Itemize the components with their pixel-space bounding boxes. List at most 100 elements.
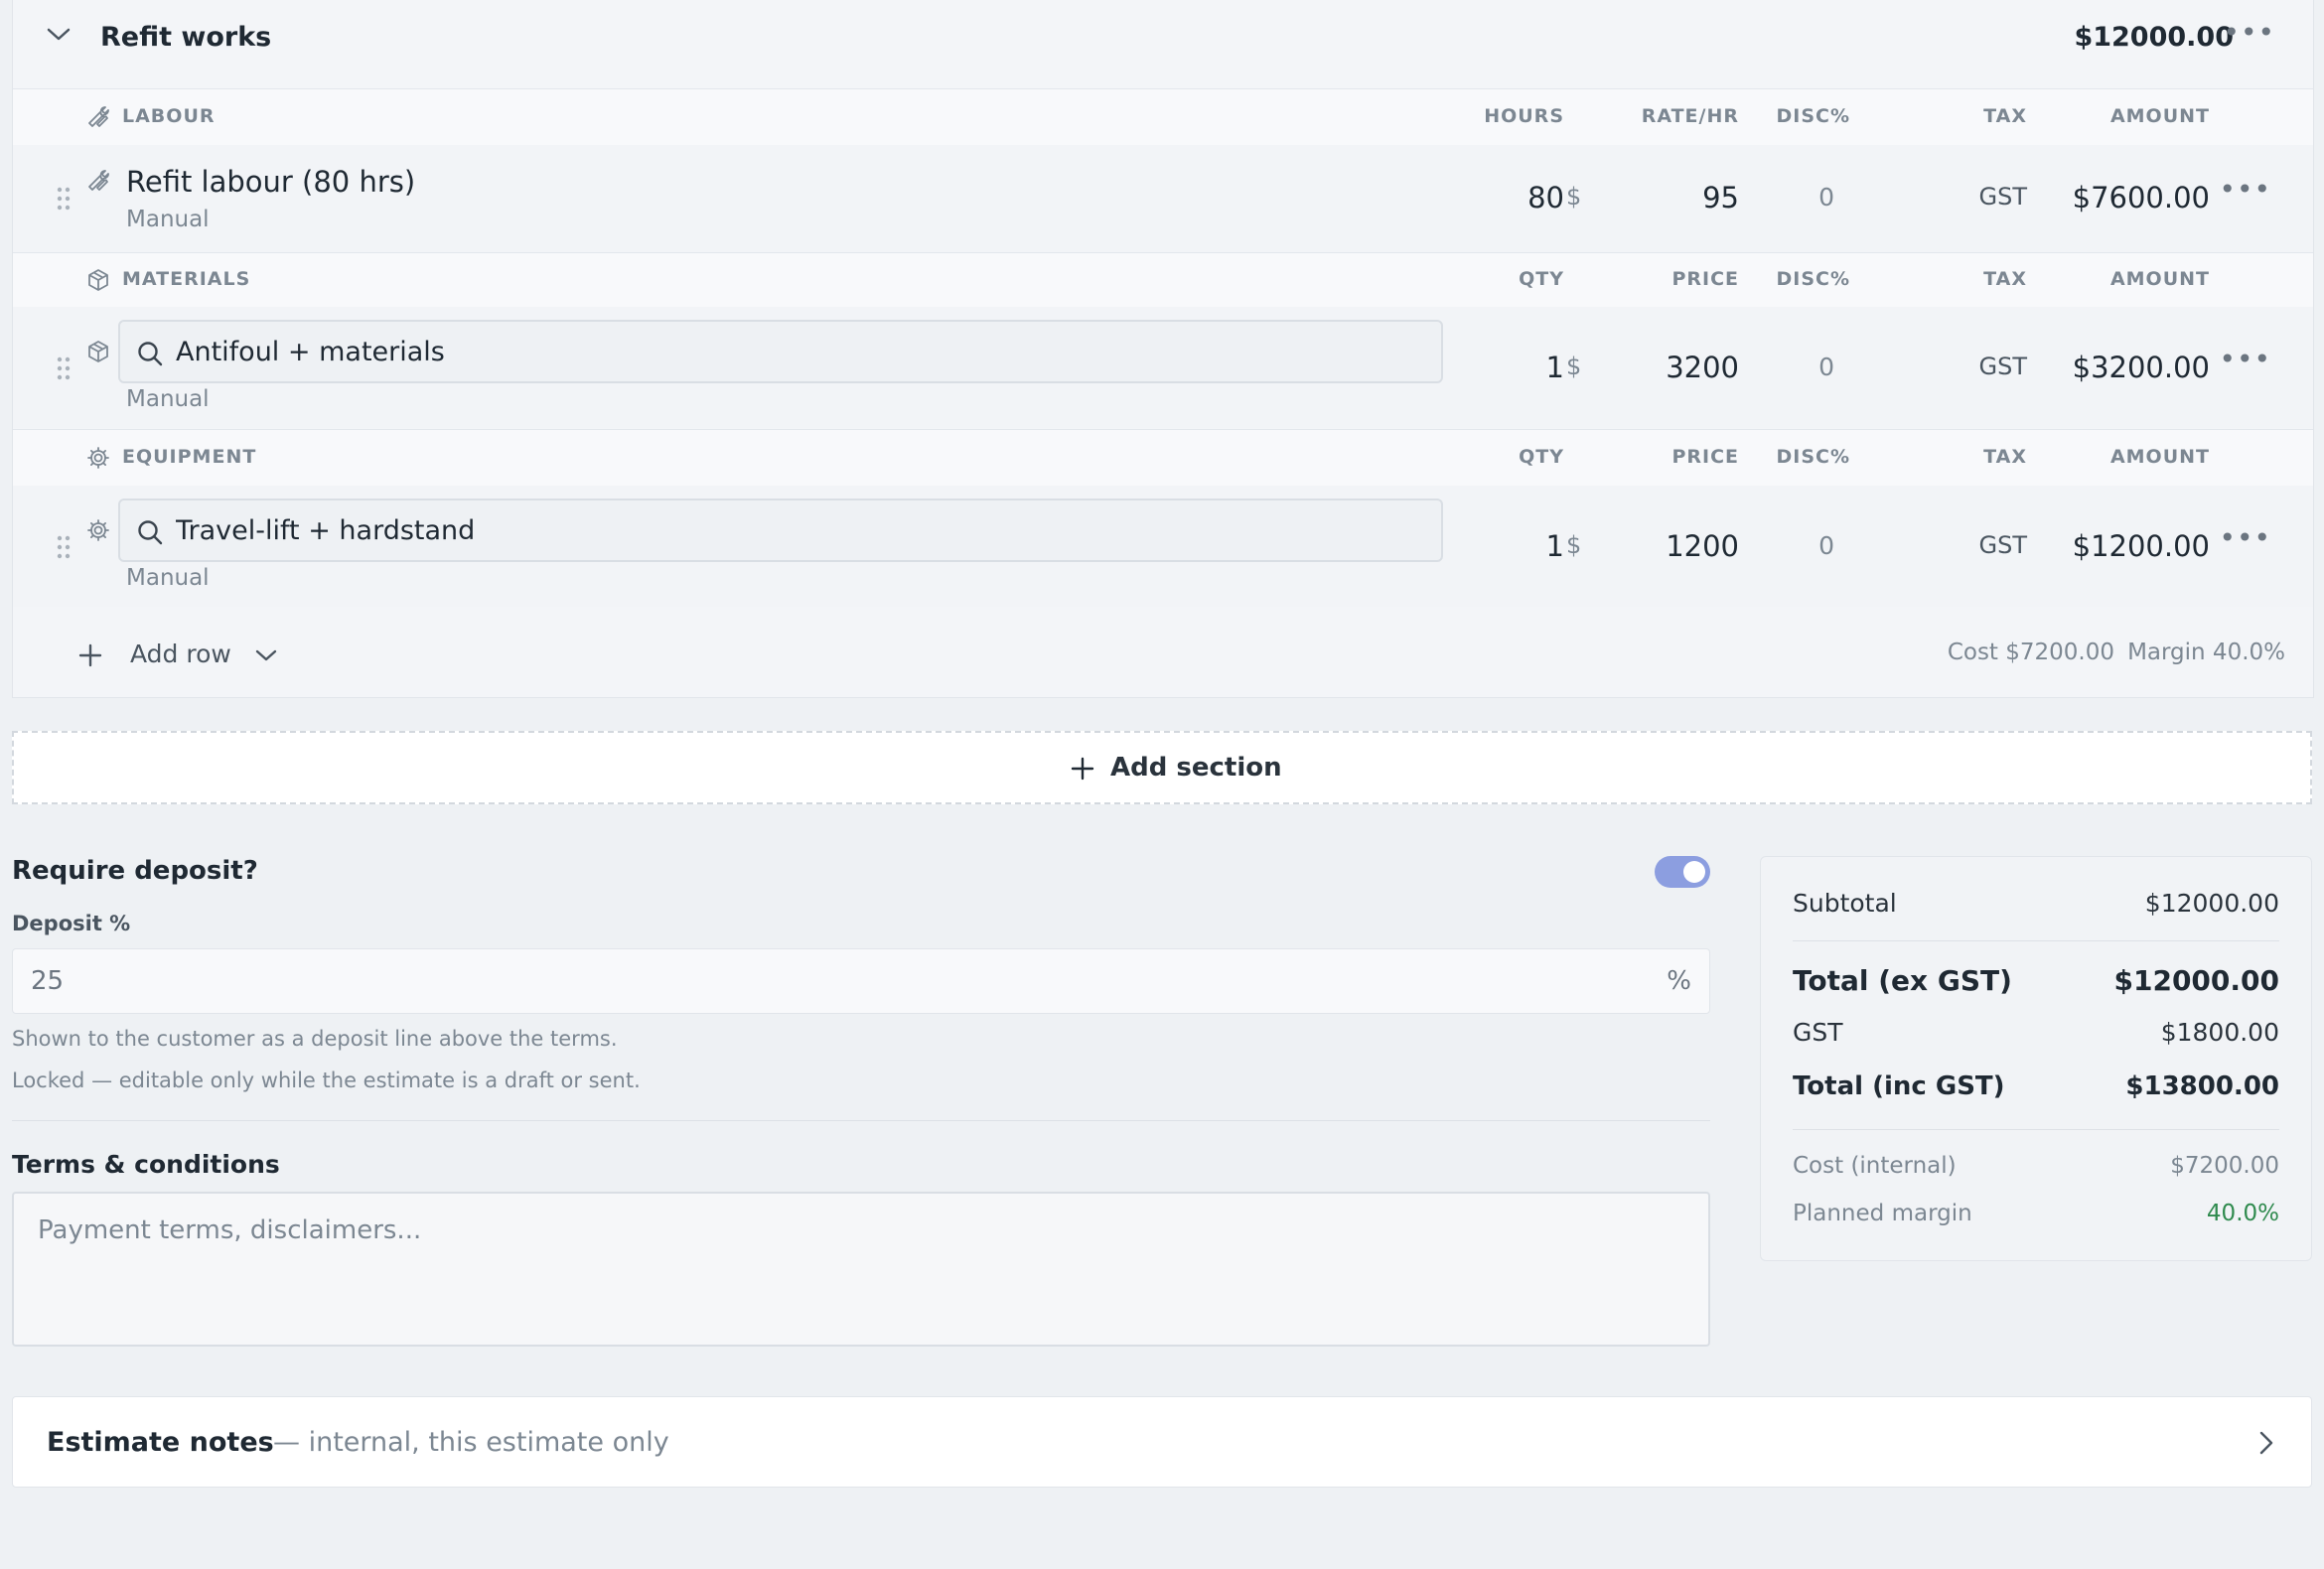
section-total: $12000.00 — [2074, 22, 2234, 53]
section-more-icon[interactable]: ••• — [2223, 16, 2275, 49]
equipment-price-header: PRICE — [1671, 446, 1739, 468]
deposit-toggle[interactable] — [1655, 856, 1710, 888]
labour-label: LABOUR — [122, 105, 216, 127]
equipment-disc-header: DISC% — [1776, 446, 1850, 468]
equipment-qty[interactable]: 1 — [1546, 529, 1564, 563]
deposit-unit: % — [1667, 966, 1691, 996]
equipment-qty-header: QTY — [1519, 446, 1564, 468]
section-card: Refit works $12000.00 ••• LABOUR HOURS R… — [12, 0, 2314, 698]
labour-currency: $ — [1566, 183, 1582, 211]
wrench-icon — [86, 105, 110, 129]
totals-summary: Subtotal $12000.00 Total (ex GST) $12000… — [1760, 856, 2312, 1261]
row-more-icon[interactable]: ••• — [2219, 173, 2271, 206]
cost-internal-label: Cost (internal) — [1793, 1153, 1957, 1179]
deposit-value[interactable]: 25 — [31, 966, 64, 996]
equipment-label: EQUIPMENT — [122, 446, 257, 468]
labour-tax-header: TAX — [1983, 105, 2027, 127]
materials-disc[interactable]: 0 — [1818, 353, 1834, 381]
table-row: Refit labour (80 hrs) Manual 80 $ 95 0 G… — [13, 145, 2313, 252]
footer-margin: Margin 40.0% — [2127, 640, 2285, 665]
row-more-icon[interactable]: ••• — [2219, 521, 2271, 554]
chevron-down-icon[interactable] — [255, 649, 277, 662]
subtotal-label: Subtotal — [1793, 889, 1897, 918]
row-more-icon[interactable]: ••• — [2219, 343, 2271, 375]
drag-handle-icon[interactable] — [57, 535, 71, 559]
drag-handle-icon[interactable] — [57, 357, 71, 380]
terms-textarea[interactable] — [12, 1192, 1710, 1347]
equipment-tax[interactable]: GST — [1979, 531, 2028, 559]
labour-price-header: RATE/HR — [1641, 105, 1739, 127]
labour-qty[interactable]: 80 — [1527, 181, 1564, 214]
equipment-tax-header: TAX — [1983, 446, 2027, 468]
add-row-button[interactable]: Add row — [63, 634, 291, 673]
gst-value: $1800.00 — [2160, 1018, 2279, 1047]
materials-tax[interactable]: GST — [1979, 353, 2028, 380]
equipment-header: EQUIPMENT QTY PRICE DISC% TAX AMOUNT — [13, 429, 2313, 487]
add-section-button[interactable]: Add section — [12, 731, 2312, 804]
materials-disc-header: DISC% — [1776, 268, 1850, 290]
drag-handle-icon[interactable] — [57, 187, 71, 211]
plus-icon — [78, 643, 102, 667]
equipment-item-input[interactable] — [176, 500, 1431, 560]
divider — [12, 1120, 1710, 1121]
deposit-percent-field[interactable]: 25 % — [12, 948, 1710, 1014]
box-icon — [86, 340, 110, 363]
add-row-label: Add row — [130, 640, 231, 668]
subtotal-value: $12000.00 — [2144, 889, 2279, 918]
search-icon — [136, 340, 164, 367]
materials-tax-header: TAX — [1983, 268, 2027, 290]
planned-margin-label: Planned margin — [1793, 1201, 1972, 1226]
table-row: Manual 1 $ 1200 0 GST $1200.00 ••• — [13, 486, 2313, 607]
materials-item-source: Manual — [126, 386, 210, 412]
plus-icon — [1071, 757, 1094, 781]
total-ex-value: $12000.00 — [2113, 964, 2280, 997]
gst-label: GST — [1793, 1018, 1843, 1047]
chevron-right-icon[interactable] — [2259, 1431, 2273, 1455]
search-icon — [136, 518, 164, 546]
materials-label: MATERIALS — [122, 268, 251, 290]
add-section-label: Add section — [1110, 753, 1282, 783]
labour-item-name[interactable]: Refit labour (80 hrs) — [126, 165, 415, 199]
equipment-item-search[interactable] — [118, 499, 1443, 562]
wrench-icon — [86, 169, 110, 193]
total-inc-value: $13800.00 — [2125, 1071, 2279, 1101]
equipment-price[interactable]: 1200 — [1666, 529, 1739, 563]
equipment-item-source: Manual — [126, 565, 210, 591]
divider — [1793, 940, 2279, 941]
deposit-title: Require deposit? — [12, 856, 258, 886]
labour-amount-header: AMOUNT — [2109, 105, 2210, 127]
labour-disc[interactable]: 0 — [1818, 183, 1834, 212]
terms-title: Terms & conditions — [12, 1150, 280, 1179]
deposit-help-2: Locked — editable only while the estimat… — [12, 1069, 641, 1092]
footer-cost: Cost $7200.00 — [1947, 640, 2114, 665]
labour-qty-header: HOURS — [1484, 105, 1564, 127]
materials-header: MATERIALS QTY PRICE DISC% TAX AMOUNT — [13, 252, 2313, 308]
equipment-amount: $1200.00 — [2072, 529, 2210, 563]
labour-tax[interactable]: GST — [1979, 183, 2028, 211]
materials-item-search[interactable] — [118, 320, 1443, 383]
estimate-notes-bar[interactable]: Estimate notes — internal, this estimate… — [12, 1396, 2312, 1488]
notes-subtitle: — internal, this estimate only — [273, 1427, 669, 1458]
cost-internal-value: $7200.00 — [2170, 1153, 2279, 1179]
materials-price[interactable]: 3200 — [1666, 351, 1739, 384]
labour-item-source: Manual — [126, 207, 210, 232]
section-title[interactable]: Refit works — [100, 22, 271, 53]
table-row: Manual 1 $ 3200 0 GST $3200.00 ••• — [13, 307, 2313, 428]
total-inc-label: Total (inc GST) — [1793, 1071, 2005, 1101]
materials-amount: $3200.00 — [2072, 351, 2210, 384]
chevron-down-icon[interactable] — [47, 28, 71, 42]
materials-item-input[interactable] — [176, 322, 1431, 381]
notes-title: Estimate notes — [47, 1427, 274, 1458]
total-ex-label: Total (ex GST) — [1793, 964, 2012, 997]
gear-icon — [86, 446, 110, 470]
equipment-amount-header: AMOUNT — [2109, 446, 2210, 468]
materials-qty[interactable]: 1 — [1546, 351, 1564, 384]
equipment-disc[interactable]: 0 — [1818, 531, 1834, 560]
labour-rate[interactable]: 95 — [1702, 181, 1739, 214]
planned-margin-value: 40.0% — [2206, 1201, 2279, 1226]
deposit-help-1: Shown to the customer as a deposit line … — [12, 1027, 618, 1051]
labour-header: LABOUR HOURS RATE/HR DISC% TAX AMOUNT — [13, 88, 2313, 146]
materials-price-header: PRICE — [1671, 268, 1739, 290]
deposit-label: Deposit % — [12, 912, 131, 935]
labour-amount: $7600.00 — [2072, 181, 2210, 214]
